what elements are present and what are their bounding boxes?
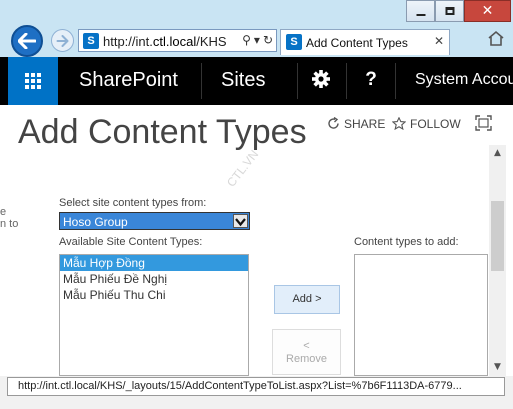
url-domain: ctl.local bbox=[152, 34, 197, 49]
sharepoint-favicon-icon: S bbox=[286, 34, 302, 50]
sharepoint-favicon-icon: S bbox=[83, 33, 99, 49]
chevron-down-icon[interactable]: ▾ bbox=[254, 33, 260, 47]
types-to-add-list[interactable] bbox=[354, 254, 488, 376]
refresh-icon[interactable]: ↻ bbox=[263, 33, 273, 47]
select-source-label: Select site content types from: bbox=[59, 197, 207, 209]
account-menu[interactable]: System Accou bbox=[415, 71, 513, 89]
left-panel-fragment: e n to bbox=[0, 206, 18, 230]
share-icon bbox=[328, 116, 339, 129]
minimize-icon bbox=[416, 14, 425, 16]
left-fragment-line: n to bbox=[0, 218, 19, 230]
maximize-button[interactable] bbox=[435, 0, 464, 22]
back-button[interactable] bbox=[11, 25, 43, 57]
address-bar[interactable]: S http://int.ctl.local/KHS ⚲ ▾ ↻ bbox=[78, 29, 277, 52]
vertical-scrollbar[interactable]: ▲ ▼ bbox=[489, 145, 506, 376]
follow-button[interactable]: FOLLOW bbox=[391, 116, 461, 131]
maximize-icon bbox=[445, 7, 454, 15]
chevron-down-icon bbox=[235, 218, 246, 227]
forward-button[interactable] bbox=[51, 29, 74, 52]
address-url[interactable]: http://int.ctl.local/KHS bbox=[103, 34, 227, 49]
back-arrow-icon bbox=[18, 33, 36, 49]
address-controls: ⚲ ▾ ↻ bbox=[237, 33, 273, 47]
list-item[interactable]: Mẫu Hợp Đồng bbox=[60, 255, 248, 271]
divider bbox=[395, 63, 396, 99]
help-button[interactable]: ? bbox=[347, 57, 395, 105]
status-url-box: http://int.ctl.local/KHS/_layouts/15/Add… bbox=[7, 377, 505, 396]
sharepoint-brand[interactable]: SharePoint bbox=[79, 69, 178, 92]
scroll-up-icon[interactable]: ▲ bbox=[489, 145, 506, 162]
app-launcher-button[interactable] bbox=[8, 57, 58, 105]
focus-on-content-icon[interactable] bbox=[475, 115, 492, 131]
divider bbox=[201, 63, 202, 99]
page-content: Add Content Types SHARE FOLLOW ▲ ▼ e n t… bbox=[0, 105, 513, 376]
available-types-label: Available Site Content Types: bbox=[59, 236, 203, 248]
browser-window: ✕ S http://int.ctl.local/KHS ⚲ ▾ ↻ S Add C… bbox=[0, 0, 513, 409]
follow-label: FOLLOW bbox=[410, 117, 461, 131]
new-tab-button[interactable] bbox=[452, 29, 478, 54]
share-label: SHARE bbox=[344, 117, 386, 131]
scroll-down-icon[interactable]: ▼ bbox=[489, 359, 506, 376]
add-button[interactable]: Add > bbox=[274, 285, 340, 314]
types-to-add-label: Content types to add: bbox=[354, 236, 459, 248]
status-url: http://int.ctl.local/KHS/_layouts/15/Add… bbox=[18, 380, 462, 392]
list-item[interactable]: Mẫu Phiếu Đề Nghị bbox=[60, 271, 248, 287]
remove-label: Remove bbox=[286, 353, 327, 365]
page-title: Add Content Types bbox=[18, 113, 307, 151]
tab-close-icon[interactable]: ✕ bbox=[434, 34, 444, 48]
app-launcher-icon bbox=[25, 73, 41, 89]
remove-button[interactable]: < Remove bbox=[272, 329, 341, 375]
url-prefix: http://int. bbox=[103, 34, 153, 49]
url-suffix: /KHS bbox=[196, 34, 227, 49]
scrollbar-thumb[interactable] bbox=[491, 201, 504, 271]
content-type-group-select[interactable]: Hoso Group bbox=[59, 212, 250, 230]
settings-button[interactable] bbox=[297, 57, 345, 105]
dropdown-button[interactable] bbox=[233, 214, 248, 228]
close-icon: ✕ bbox=[481, 3, 494, 19]
remove-arrow: < bbox=[303, 340, 310, 352]
watermark-text: CTL.VN bbox=[224, 147, 262, 190]
home-icon[interactable] bbox=[487, 30, 505, 46]
tab-title: Add Content Types bbox=[306, 36, 408, 50]
selected-group: Hoso Group bbox=[63, 215, 128, 229]
close-window-button[interactable]: ✕ bbox=[464, 0, 511, 22]
star-icon bbox=[391, 116, 407, 131]
gear-icon bbox=[312, 70, 330, 88]
minimize-button[interactable] bbox=[406, 0, 435, 22]
list-item[interactable]: Mẫu Phiếu Thu Chi bbox=[60, 287, 248, 303]
search-icon[interactable]: ⚲ bbox=[242, 33, 251, 47]
sites-link[interactable]: Sites bbox=[221, 69, 265, 92]
tab-add-content-types[interactable]: S Add Content Types ✕ bbox=[280, 29, 450, 55]
suite-bar: SharePoint Sites ? System Accou bbox=[0, 57, 513, 105]
share-button[interactable]: SHARE bbox=[327, 116, 386, 131]
available-types-list[interactable]: Mẫu Hợp Đồng Mẫu Phiếu Đề Nghị Mẫu Phiếu… bbox=[59, 254, 249, 376]
left-fragment-line: e bbox=[0, 206, 7, 218]
forward-arrow-icon bbox=[56, 34, 68, 47]
status-bar: http://int.ctl.local/KHS/_layouts/15/Add… bbox=[0, 376, 513, 409]
